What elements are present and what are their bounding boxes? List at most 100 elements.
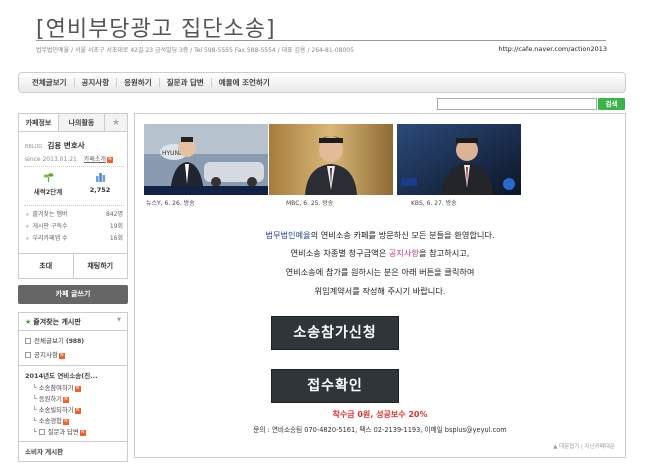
profile-tabs: 카페정보 나의활동 ★ [19, 114, 127, 132]
cafe-stats-list: 즐겨찾는 멤버 842명 게시판 구독수 19회 우리카페앱 수 16회 [25, 209, 123, 245]
stat-value: 842명 [106, 211, 123, 218]
search-input[interactable] [437, 98, 597, 110]
board-label: 2014년도 연비소송(진... [25, 372, 98, 380]
cafe-intro-link[interactable]: 카페소개 [84, 156, 106, 163]
divider [19, 330, 127, 331]
photo-caption: MBC, 6. 25. 방송 [286, 200, 334, 207]
divider [24, 205, 124, 206]
level-stat[interactable]: 새싹2단계 [23, 172, 73, 196]
search-button[interactable]: 검색 [598, 98, 625, 110]
people-icon [95, 173, 105, 182]
board-group-consumer[interactable]: 소비자 게시판 [25, 445, 121, 459]
cafe-profile-box: 카페정보 나의활동 ★ BBLOG 김용 변호사 since 2013.01.2… [18, 113, 128, 279]
new-badge: N [106, 157, 113, 163]
check-receipt-button[interactable]: 접수확인 [271, 369, 399, 403]
divider [19, 365, 127, 366]
new-badge: N [62, 419, 69, 425]
boards-title: 즐겨찾는 게시판 [33, 318, 81, 326]
photo-caption: 뉴스Y, 6. 26. 방송 [146, 200, 195, 207]
board-item-join[interactable]: └ 소송참여하기 N [25, 383, 121, 394]
new-badge: N [58, 353, 65, 359]
menu-advice[interactable]: 예율에 조언하기 [212, 78, 277, 87]
welcome-line-1: 법무법인예율의 연비소송 카페를 방문하신 모든 분들을 환영합니다. [135, 229, 625, 241]
new-badge: N [74, 386, 81, 392]
firm-name: 법무법인예율 [265, 230, 311, 240]
new-badge: N [62, 397, 69, 403]
header-divider [36, 40, 606, 41]
board-label: 소비자 게시판 [25, 448, 64, 456]
divider [24, 166, 124, 167]
board-count: (988) [65, 338, 84, 345]
banner-footer-links[interactable]: ▲ 대문접기 | 지난카페대문 [553, 442, 615, 450]
stat-row: 게시판 구독수 19회 [25, 221, 123, 233]
new-badge: N [79, 430, 86, 436]
member-count: 2,752 [89, 186, 111, 194]
board-item-qna[interactable]: └ 질문과 답변 N [25, 427, 121, 438]
board-item-experience[interactable]: └ 소송경험 N [25, 416, 121, 427]
divider [19, 441, 127, 442]
cafe-main-banner: HYUNDAI 뉴스Y, 6. 26. 방송 MBC, 6. 25. 방송 KB… [134, 113, 626, 458]
board-label: 소송경험 [38, 418, 62, 425]
welcome-text: 의 연비소송 카페를 방문하신 모든 분들을 환영합니다. [310, 230, 495, 240]
board-group-2014[interactable]: 2014년도 연비소송(진... [25, 369, 121, 383]
top-menu: 전체글보기 공지사항 응원하기 질문과 답변 예율에 조언하기 [18, 72, 626, 93]
contact-info: 문의 : 연비소송팀 070-4820-5161, 팩스 02-2139-119… [253, 426, 507, 434]
board-item-cheer[interactable]: └ 응원하기 N [25, 394, 121, 405]
firm-info: 법무법인예율 / 서울 서초구 서초대로 42길 23 금석빌딩 3층 / Te… [36, 47, 354, 54]
tab-my-activity[interactable]: 나의활동 [59, 114, 105, 131]
menu-cheer[interactable]: 응원하기 [117, 78, 160, 87]
stat-key: 게시판 구독수 [25, 221, 67, 233]
news-thumbnail [397, 124, 521, 195]
board-icon [38, 429, 45, 435]
menu-qna[interactable]: 질문과 답변 [160, 78, 212, 87]
star-icon: ★ [25, 318, 32, 326]
menu-all-posts[interactable]: 전체글보기 [25, 78, 75, 87]
manager-name-row: BBLOG 김용 변호사 [25, 140, 85, 151]
star-tab-icon[interactable]: ★ [105, 114, 127, 131]
board-label: 공지사항 [34, 351, 58, 359]
board-icon [25, 352, 31, 358]
news-photo-kbs[interactable] [397, 124, 521, 195]
stat-key: 즐겨찾는 멤버 [25, 209, 67, 221]
fee-promo: 착수금 0원, 성공보수 20% [332, 410, 428, 419]
cafe-url[interactable]: http://cafe.naver.com/action2013 [498, 45, 607, 53]
invite-button[interactable]: 초대 [19, 254, 74, 278]
welcome-line-2: 연비소송 차종별 청구금액은 공지사항을 참고하시고, [135, 247, 625, 259]
menu-notice[interactable]: 공지사항 [75, 78, 118, 87]
since-date: since 2013.01.21 [25, 156, 77, 163]
board-label: 소송참여하기 [38, 385, 74, 392]
manager-name[interactable]: 김용 변호사 [48, 141, 85, 150]
welcome-text: 연비소송 차종별 청구금액은 [290, 248, 389, 258]
left-sidebar: 카페정보 나의활동 ★ BBLOG 김용 변호사 since 2013.01.2… [18, 113, 128, 462]
board-label: 응원하기 [38, 396, 62, 403]
apply-lawsuit-button[interactable]: 소송참가신청 [271, 316, 399, 350]
cafe-title[interactable]: [연비부당광고 집단소송] [36, 11, 276, 43]
member-stat[interactable]: 2,752 [75, 172, 125, 194]
board-item-notice[interactable]: 공지사항 N [25, 348, 121, 362]
new-badge: N [74, 408, 81, 414]
cafe-write-button[interactable]: 카페 글쓰기 [18, 285, 128, 304]
level-badge: BBLOG [25, 144, 43, 150]
stat-row: 우리카페앱 수 16회 [25, 233, 123, 245]
board-item-all[interactable]: 전체글보기 (988) [25, 334, 121, 348]
stat-key: 우리카페앱 수 [25, 233, 67, 245]
favorite-boards: ★ 즐겨찾는 게시판 ▼ 전체글보기 (988) 공지사항 N 2014년도 연비소… [18, 312, 128, 462]
board-item-withdraw[interactable]: └ 소송빌되하기 N [25, 405, 121, 416]
board-icon [25, 338, 31, 344]
notice-link[interactable]: 공지사항 [389, 248, 419, 258]
welcome-line-3: 연비소송에 참가를 원하시는 분은 아래 버튼을 클릭하여 [285, 267, 475, 277]
news-photo-mbc[interactable] [269, 124, 393, 195]
boards-header: ★ 즐겨찾는 게시판 ▼ [25, 317, 121, 327]
level-label: 새싹2단계 [33, 188, 63, 196]
news-thumbnail: HYUNDAI [144, 124, 268, 195]
stat-value: 16회 [109, 235, 123, 242]
stat-row: 즐겨찾는 멤버 842명 [25, 209, 123, 221]
tab-cafe-info[interactable]: 카페정보 [19, 114, 59, 131]
photo-caption: KBS, 6. 27. 방송 [411, 200, 457, 207]
dropdown-icon[interactable]: ▼ [117, 317, 121, 327]
welcome-line-4: 위임계약서를 작성해 주시기 바랍니다. [314, 286, 446, 296]
profile-buttons: 초대 채팅하기 [19, 253, 127, 278]
news-photo-yonhap[interactable]: HYUNDAI [144, 124, 268, 195]
chat-button[interactable]: 채팅하기 [74, 254, 128, 278]
sprout-icon [43, 173, 53, 182]
